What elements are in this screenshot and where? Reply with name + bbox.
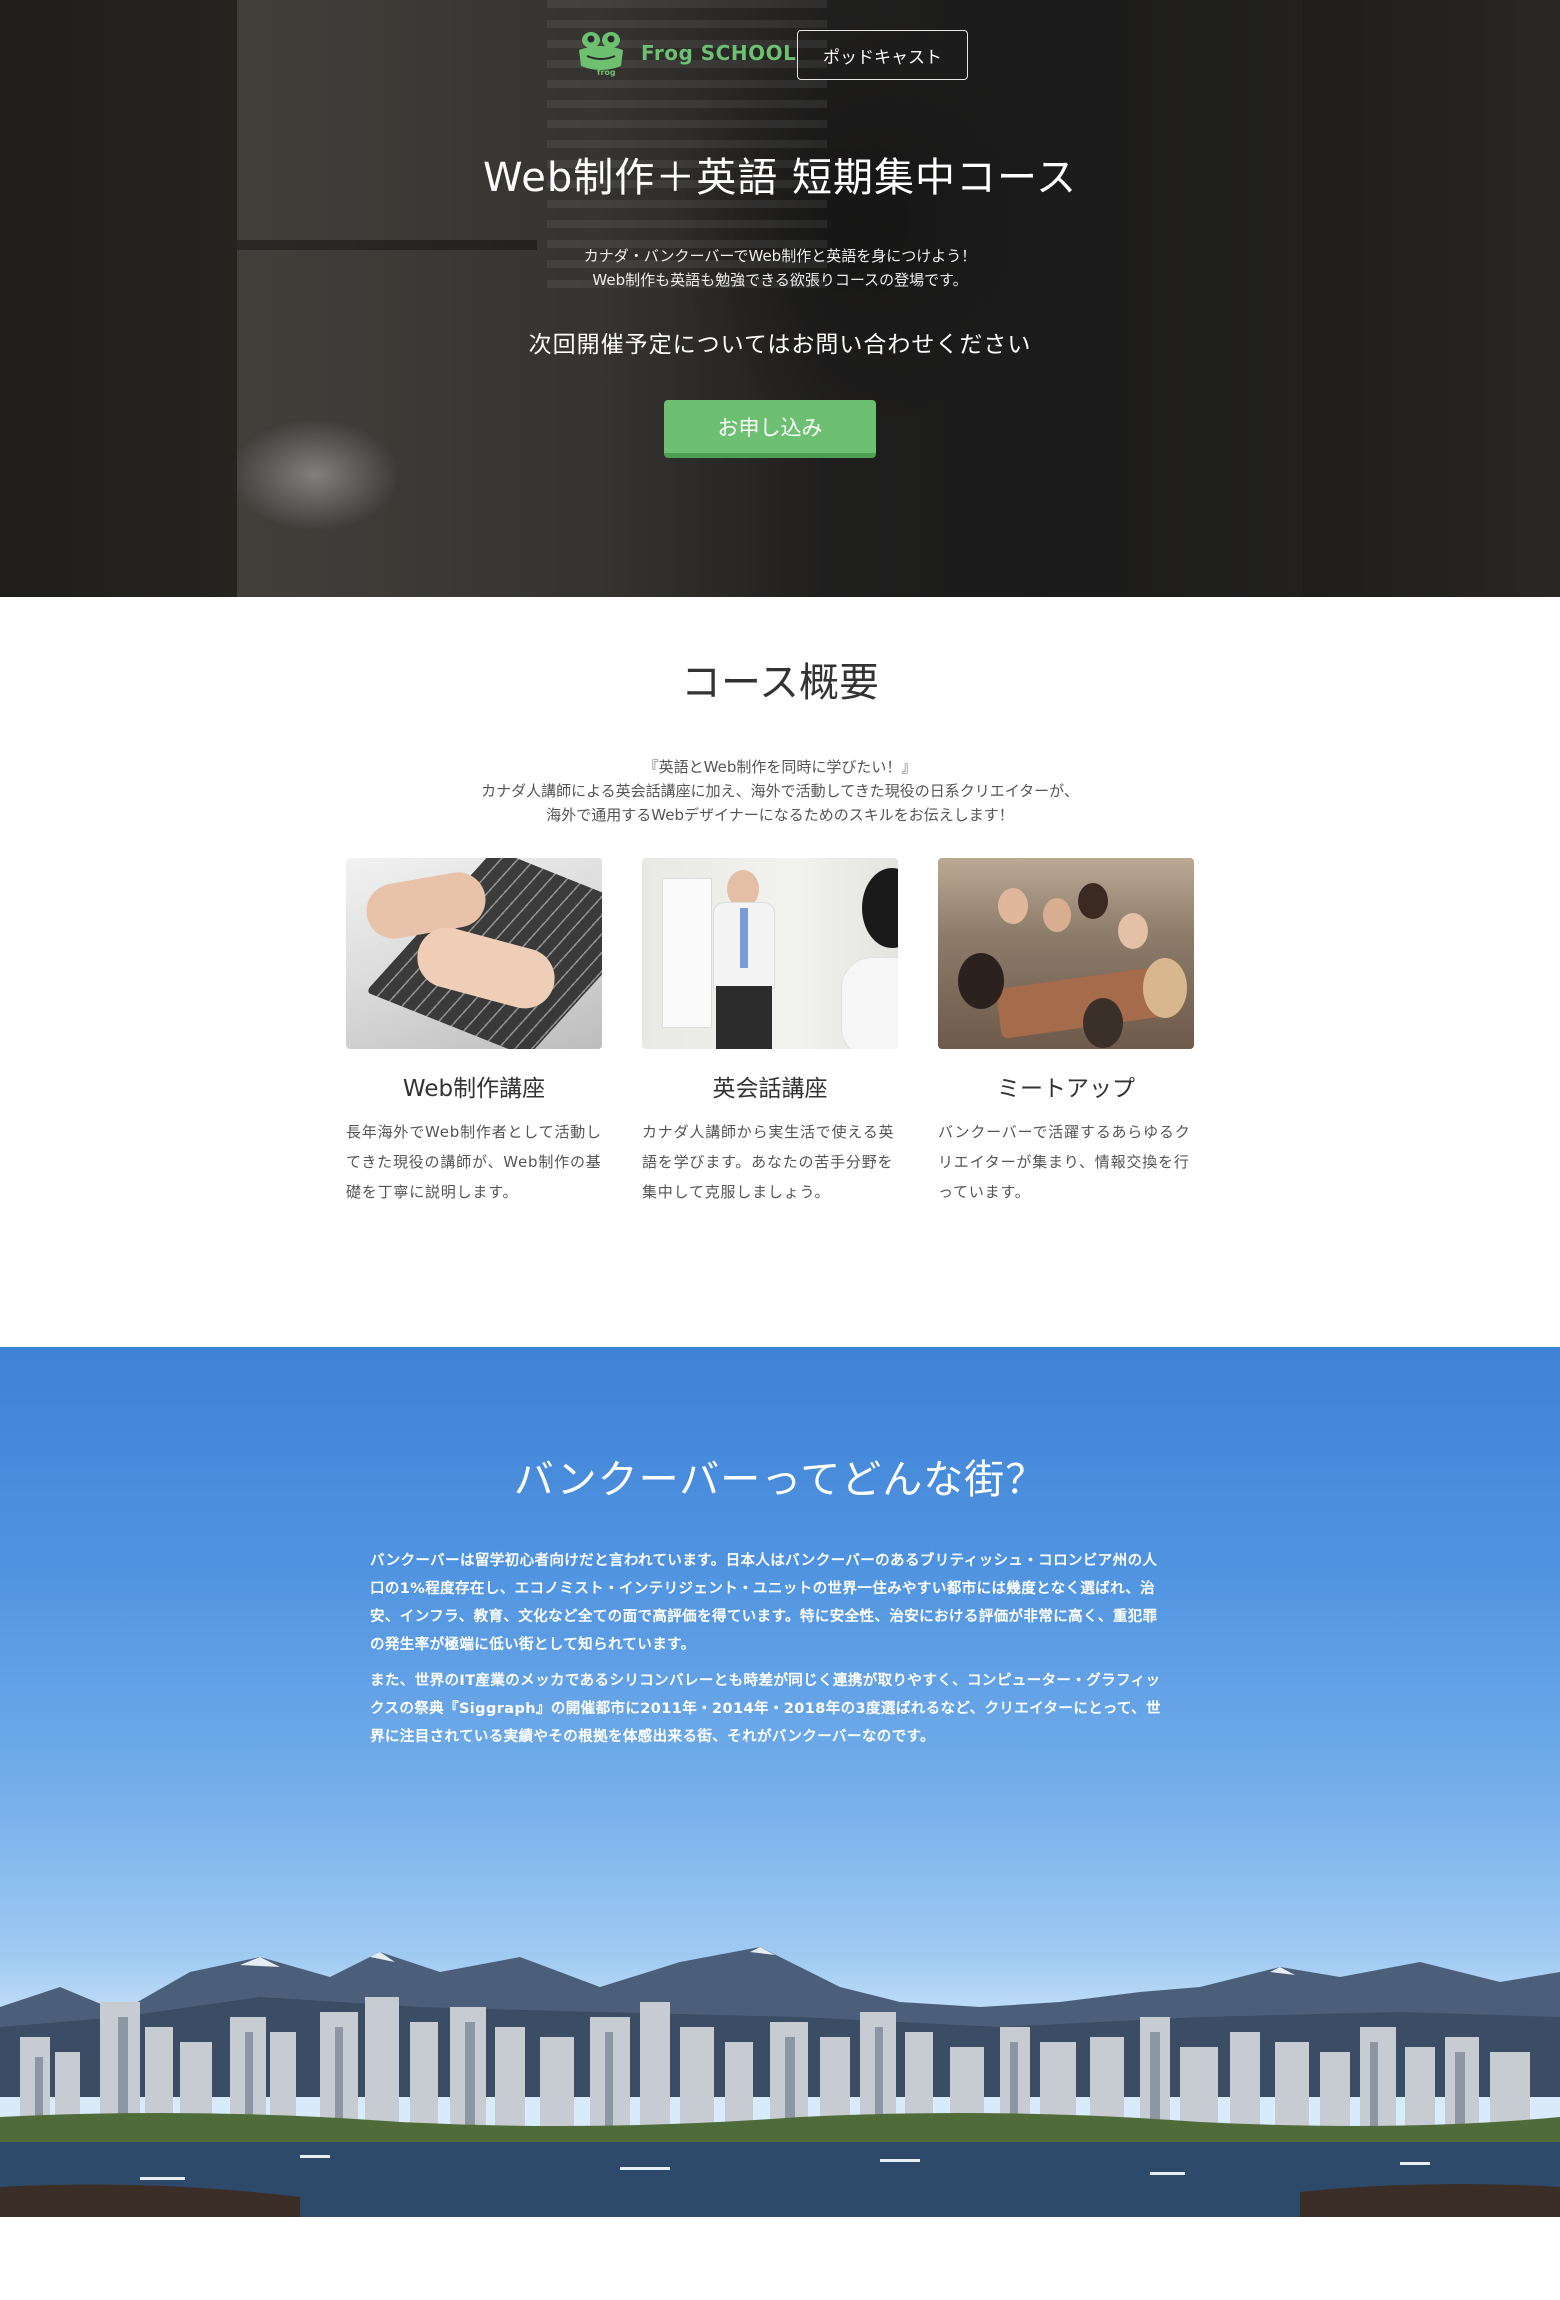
meetup-group-photo (938, 858, 1194, 1049)
course-card-title: 英会話講座 (712, 1076, 828, 1102)
hero-title: Web制作＋英語 短期集中コース (483, 155, 1077, 201)
laptop-typing-photo (346, 858, 602, 1049)
course-card-text: カナダ人講師から実生活で使える英語を学びます。あなたの苦手分野を集中して克服しま… (642, 1123, 895, 1201)
course-card-english: 英会話講座 カナダ人講師から実生活で使える英語を学びます。あなたの苦手分野を集中… (642, 858, 898, 1207)
vancouver-skyline-photo (0, 1947, 1560, 2217)
overview-intro-line-3: 海外で通用するWebデザイナーになるためのスキルをお伝えします！ (546, 806, 1014, 824)
hero-subtitle-line-1: カナダ・バンクーバーでWeb制作と英語を身につけよう！ (583, 247, 977, 265)
vancouver-title: バンクーバーってどんな街？ (513, 1457, 1047, 1503)
site-logo[interactable]: frog Frog SCHOOL (575, 28, 796, 78)
overview-intro-line-2: カナダ人講師による英会話講座に加え、海外で活動してきた現役の日系クリエイターが、 (481, 782, 1079, 800)
vancouver-paragraph-2: また、世界のIT産業のメッカであるシリコンバレーとも時差が同じく連携が取りやすく… (370, 1673, 1161, 1745)
hero-section: frog Frog SCHOOL ポッドキャスト Web制作＋英語 短期集中コー… (0, 0, 1560, 597)
hero-subtitle-line-2: Web制作も英語も勉強できる欲張りコースの登場です。 (592, 271, 968, 289)
vancouver-description: バンクーバーは留学初心者向けだと言われています。日本人はバンクーバーのあるブリテ… (370, 1547, 1170, 1751)
course-card-title: ミートアップ (997, 1076, 1135, 1102)
overview-intro: 『英語とWeb制作を同時に学びたい！』 カナダ人講師による英会話講座に加え、海外… (0, 755, 1560, 827)
svg-text:frog: frog (597, 68, 616, 77)
course-card-text: 長年海外でWeb制作者として活動してきた現役の講師が、Web制作の基礎を丁寧に説… (346, 1123, 602, 1201)
overview-title: コース概要 (681, 660, 879, 706)
course-card-title: Web制作講座 (402, 1076, 546, 1102)
podcast-button[interactable]: ポッドキャスト (797, 30, 968, 80)
frog-logo-icon: frog (579, 32, 623, 77)
classroom-photo (642, 858, 898, 1049)
hero-overlay (0, 0, 1560, 597)
apply-button[interactable]: お申し込み (664, 400, 876, 458)
vancouver-paragraph-1: バンクーバーは留学初心者向けだと言われています。日本人はバンクーバーのあるブリテ… (370, 1553, 1158, 1653)
course-card-web: Web制作講座 長年海外でWeb制作者として活動してきた現役の講師が、Web制作… (346, 858, 602, 1207)
hero-subtitle: カナダ・バンクーバーでWeb制作と英語を身につけよう！ Web制作も英語も勉強で… (0, 244, 1560, 292)
course-card-meetup: ミートアップ バンクーバーで活躍するあらゆるクリエイターが集まり、情報交換を行っ… (938, 858, 1194, 1207)
course-card-text: バンクーバーで活躍するあらゆるクリエイターが集まり、情報交換を行っています。 (938, 1123, 1191, 1201)
hero-notice: 次回開催予定についてはお問い合わせください (528, 332, 1032, 358)
logo-text: Frog SCHOOL (641, 41, 797, 65)
page-bottom-spacer (0, 2217, 1560, 2300)
vancouver-section: バンクーバーってどんな街？ バンクーバーは留学初心者向けだと言われています。日本… (0, 1347, 1560, 2217)
overview-intro-line-1: 『英語とWeb制作を同時に学びたい！』 (643, 758, 917, 776)
